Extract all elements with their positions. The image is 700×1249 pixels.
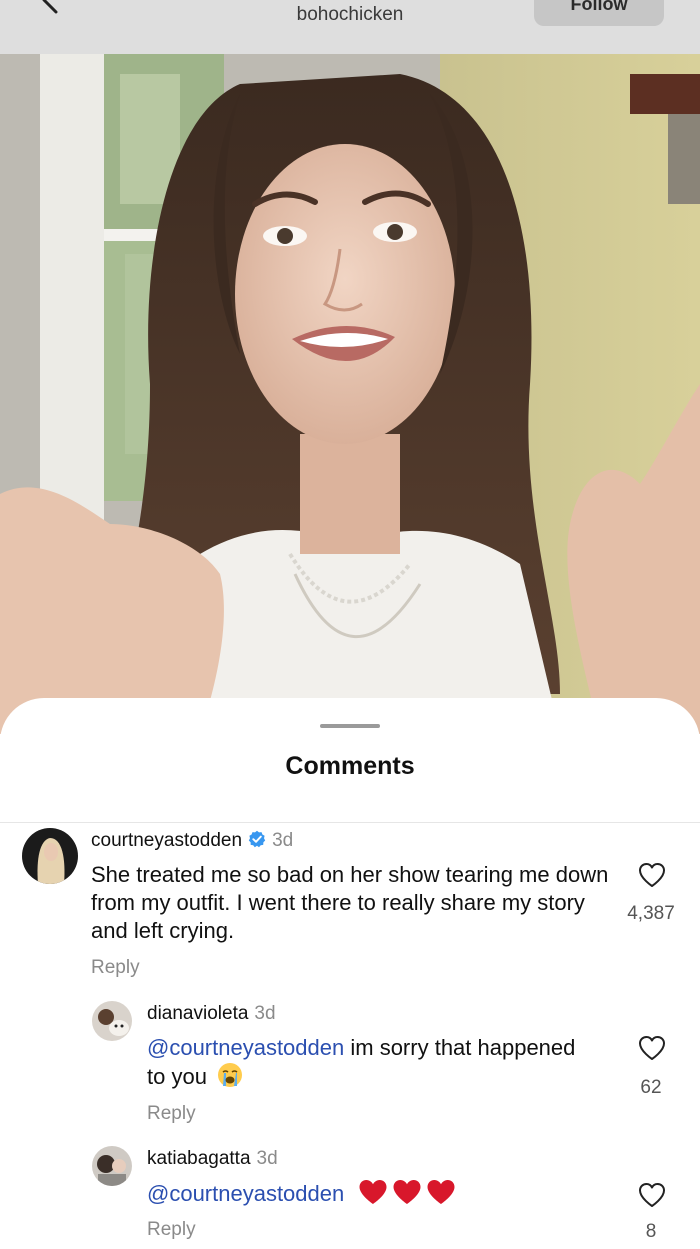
avatar[interactable]: [92, 1001, 132, 1041]
like-button[interactable]: [632, 1035, 672, 1061]
avatar-photo: [92, 1001, 132, 1041]
comment-time: 3d: [272, 830, 294, 851]
video-frame-image: [0, 54, 700, 734]
like-count: 4,387: [627, 903, 675, 924]
video-player[interactable]: [0, 54, 700, 734]
comment-username[interactable]: dianavioleta: [147, 1003, 248, 1024]
comment-text: She treated me so bad on her show tearin…: [91, 862, 609, 943]
red-heart-icon: [358, 1179, 388, 1212]
avatar-photo: [22, 828, 78, 884]
divider: [0, 822, 700, 823]
red-heart-icon: [426, 1179, 456, 1212]
like-count: 8: [645, 1221, 657, 1242]
heart-outline-icon: [639, 863, 665, 887]
comment-text: @courtneyastodden im sorry that happened…: [147, 1034, 587, 1095]
avatar[interactable]: [22, 828, 78, 884]
top-bar: bohochicken Follow: [0, 0, 700, 54]
comment-username[interactable]: katiabagatta: [147, 1148, 251, 1169]
comment-text: @courtneyastodden: [147, 1179, 587, 1212]
loudly-crying-face-icon: [217, 1062, 243, 1095]
reply-button[interactable]: Reply: [147, 1219, 196, 1241]
red-heart-icon: [392, 1179, 422, 1212]
comments-sheet: Comments courtneyastodden 3d She treated …: [0, 698, 700, 1249]
reply-button[interactable]: Reply: [91, 957, 140, 979]
comment-meta: katiabagatta 3d: [147, 1148, 278, 1170]
comment-username[interactable]: courtneyastodden: [91, 830, 242, 851]
heart-outline-icon: [639, 1036, 665, 1060]
avatar[interactable]: [92, 1146, 132, 1186]
follow-button[interactable]: Follow: [534, 0, 664, 26]
sheet-title: Comments: [285, 752, 415, 780]
like-count: 62: [640, 1077, 662, 1098]
comment-meta: courtneyastodden 3d: [91, 830, 293, 854]
comment-time: 3d: [254, 1003, 276, 1024]
sheet-grabber[interactable]: [320, 724, 380, 728]
verified-badge-icon: [248, 830, 266, 854]
avatar-photo: [92, 1146, 132, 1186]
mention-link[interactable]: @courtneyastodden: [147, 1035, 344, 1060]
comment-meta: dianavioleta 3d: [147, 1003, 276, 1025]
heart-outline-icon: [639, 1183, 665, 1207]
reply-button[interactable]: Reply: [147, 1103, 196, 1125]
mention-link[interactable]: @courtneyastodden: [147, 1181, 344, 1206]
like-button[interactable]: [632, 1182, 672, 1208]
like-button[interactable]: [632, 862, 672, 888]
comment-time: 3d: [256, 1148, 278, 1169]
